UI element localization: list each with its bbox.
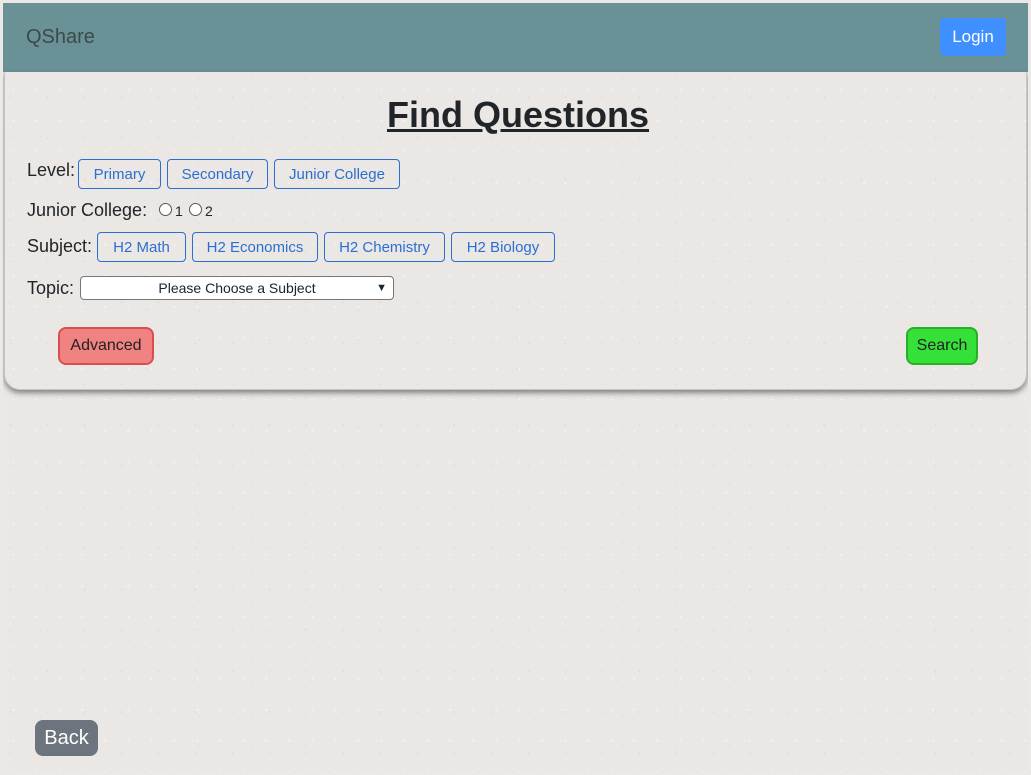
search-button[interactable]: Search [906, 327, 978, 365]
subject-h2-math-button[interactable]: H2 Math [97, 232, 186, 262]
jc-year-2-radio[interactable] [189, 203, 202, 216]
chevron-down-icon: ▼ [376, 282, 387, 294]
advanced-button[interactable]: Advanced [58, 327, 154, 365]
page-background: QShare Login Find Questions Level: Prima… [3, 3, 1028, 772]
subject-h2-chemistry-button[interactable]: H2 Chemistry [324, 232, 445, 262]
topic-select-value: Please Choose a Subject [158, 280, 316, 296]
search-panel: Find Questions Level: Primary Secondary … [4, 72, 1027, 390]
subject-h2-economics-button[interactable]: H2 Economics [192, 232, 318, 262]
jc-year-2-label: 2 [205, 203, 213, 219]
level-label: Level: [27, 160, 76, 180]
subject-label: Subject: [27, 236, 93, 256]
level-primary-button[interactable]: Primary [78, 159, 161, 189]
page-title: Find Questions [386, 94, 649, 135]
level-secondary-button[interactable]: Secondary [167, 159, 268, 189]
topic-select[interactable]: Please Choose a Subject ▼ [80, 276, 394, 300]
brand-logo[interactable]: QShare [26, 26, 95, 49]
junior-college-label: Junior College: [27, 200, 148, 220]
login-button[interactable]: Login [940, 18, 1006, 56]
jc-year-1-radio[interactable] [159, 203, 172, 216]
jc-year-1-label: 1 [175, 203, 183, 219]
level-junior-college-button[interactable]: Junior College [274, 159, 400, 189]
navbar: QShare Login [3, 3, 1028, 72]
topic-label: Topic: [27, 278, 75, 298]
subject-h2-biology-button[interactable]: H2 Biology [451, 232, 555, 262]
back-button[interactable]: Back [35, 720, 98, 756]
